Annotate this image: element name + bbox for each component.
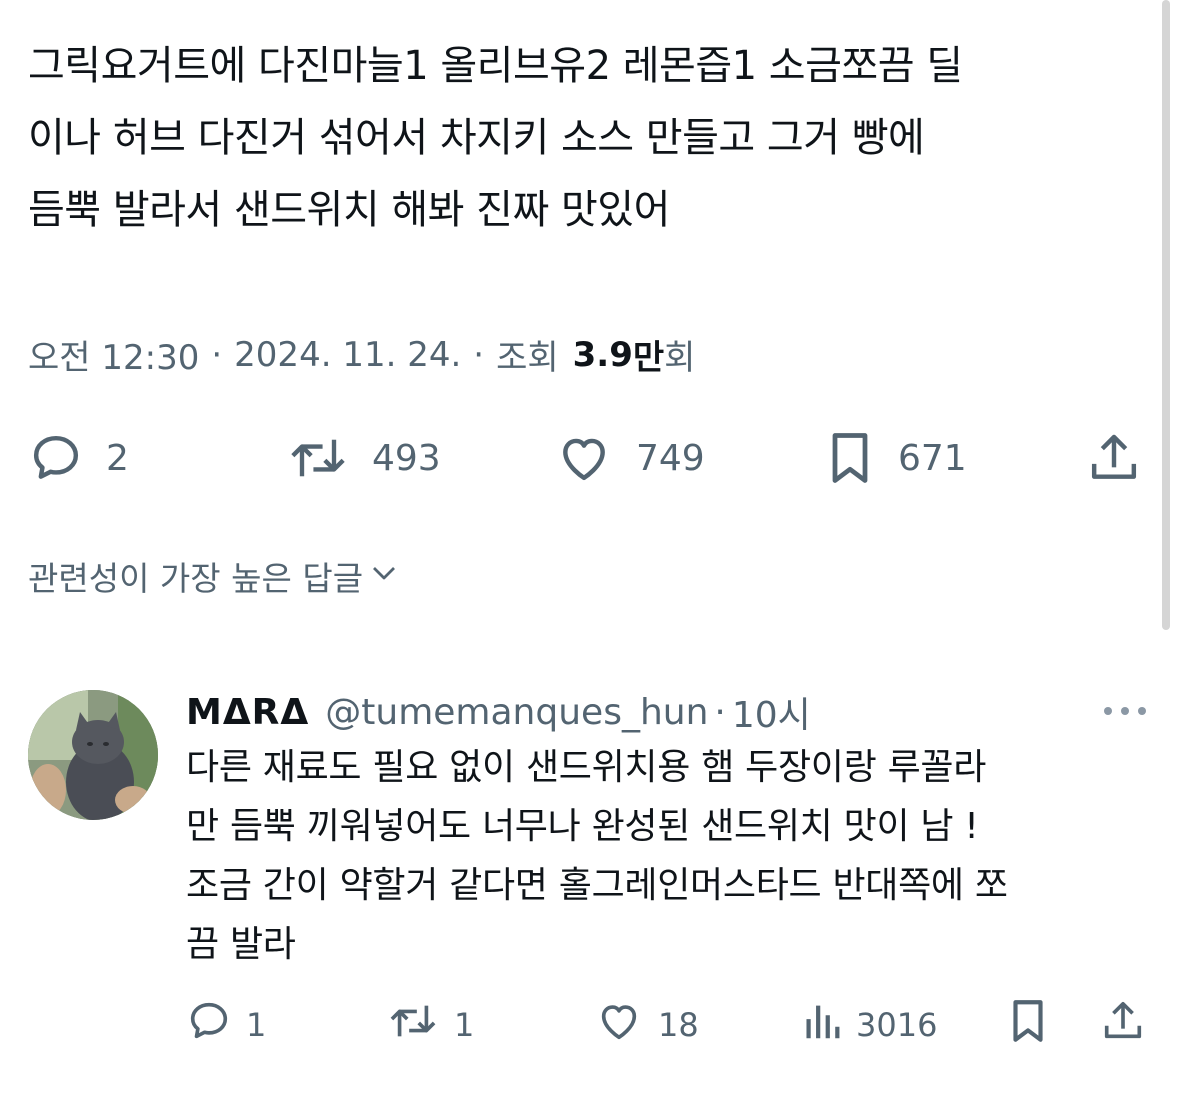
reply-share-button[interactable] — [1100, 1000, 1146, 1050]
retweet-count: 493 — [372, 437, 441, 479]
reply-action-bar: 1 1 18 3016 — [186, 1000, 1148, 1050]
like-button[interactable]: 749 — [554, 428, 705, 488]
more-icon[interactable] — [1102, 702, 1148, 715]
like-icon — [594, 998, 644, 1052]
reply-text-line: 다른 재료도 필요 없이 샌드위치용 햄 두장이랑 루꼴라 — [186, 747, 987, 788]
tweet-text-line: 이나 허브 다진거 섞어서 차지키 소스 만들고 그거 빵에 — [28, 115, 925, 161]
meta-separator: · — [211, 334, 223, 375]
reply-icon — [186, 998, 232, 1052]
tweet-text: 그릭요거트에 다진마늘1 올리브유2 레몬즙1 소금쪼끔 딜 이나 허브 다진거… — [28, 30, 1148, 246]
tweet-text-line: 듬뿍 발라서 샌드위치 해봐 진짜 맛있어 — [28, 187, 670, 233]
bookmark-button[interactable]: 671 — [824, 428, 967, 488]
reply-views-button[interactable]: 3016 — [802, 1000, 937, 1050]
reply-like-button[interactable]: 18 — [594, 1000, 699, 1050]
share-icon — [1100, 998, 1146, 1052]
bookmark-count: 671 — [898, 437, 967, 479]
reply-author-handle[interactable]: @tumemanques_hun — [325, 692, 708, 733]
reply-bookmark-button[interactable] — [1006, 1000, 1050, 1050]
meta-separator: · — [473, 334, 485, 375]
share-icon — [1086, 430, 1142, 486]
tweet-action-bar: 2 493 749 671 — [28, 428, 1143, 488]
reply-like-count: 18 — [658, 1006, 699, 1044]
views-icon — [802, 998, 842, 1052]
reply-text-line: 만 듬뿍 끼워넣어도 너무나 완성된 샌드위치 맛이 남 ! — [186, 806, 979, 847]
tweet-meta: 오전 12:30 · 2024. 11. 24. · 조회 3.9 만 회 — [28, 330, 695, 379]
bookmark-icon — [824, 428, 876, 488]
reply-author-name[interactable]: MΔRΔ — [186, 692, 309, 733]
reply-text-line: 조금 간이 약할거 같다면 홀그레인머스타드 반대쪽에 쪼 — [186, 865, 1008, 906]
avatar[interactable] — [28, 690, 158, 820]
retweet-icon — [386, 998, 440, 1052]
reply-count: 2 — [106, 437, 129, 479]
views-suffix: 회 — [664, 338, 696, 378]
reply-retweet-button[interactable]: 1 — [386, 1000, 474, 1050]
views-unit: 만 — [632, 338, 665, 378]
replies-sort-label: 관련성이 가장 높은 답글 — [28, 559, 364, 598]
reply-reply-count: 1 — [246, 1006, 267, 1044]
reply-time[interactable]: 10시 — [732, 686, 811, 738]
scrollbar[interactable] — [1162, 0, 1170, 630]
header-separator: · — [714, 691, 726, 733]
retweet-button[interactable]: 493 — [286, 428, 441, 488]
reply-header: MΔRΔ @tumemanques_hun · 10시 — [186, 686, 811, 738]
share-button[interactable] — [1086, 428, 1142, 488]
chevron-down-icon — [363, 557, 399, 596]
tweet-text-line: 그릭요거트에 다진마늘1 올리브유2 레몬즙1 소금쪼끔 딜 — [28, 43, 963, 89]
reply-icon — [28, 430, 84, 486]
tweet-date[interactable]: 2024. 11. 24. — [234, 335, 461, 375]
views-label: 조회 — [496, 338, 559, 378]
like-count: 749 — [636, 437, 705, 479]
bookmark-icon — [1006, 996, 1050, 1054]
reply-text: 다른 재료도 필요 없이 샌드위치용 햄 두장이랑 루꼴라 만 듬뿍 끼워넣어도… — [186, 738, 1146, 974]
like-icon — [554, 430, 614, 486]
replies-sort-dropdown[interactable]: 관련성이 가장 높은 답글 — [28, 552, 399, 600]
reply-reply-button[interactable]: 1 — [186, 1000, 266, 1050]
views-count[interactable]: 3.9 — [573, 335, 633, 375]
retweet-icon — [286, 430, 350, 486]
tweet-time[interactable]: 오전 12:30 — [28, 330, 199, 379]
reply-retweet-count: 1 — [454, 1006, 475, 1044]
reply-text-line: 끔 발라 — [186, 924, 296, 965]
reply-views-count: 3016 — [856, 1006, 938, 1044]
reply-button[interactable]: 2 — [28, 428, 129, 488]
